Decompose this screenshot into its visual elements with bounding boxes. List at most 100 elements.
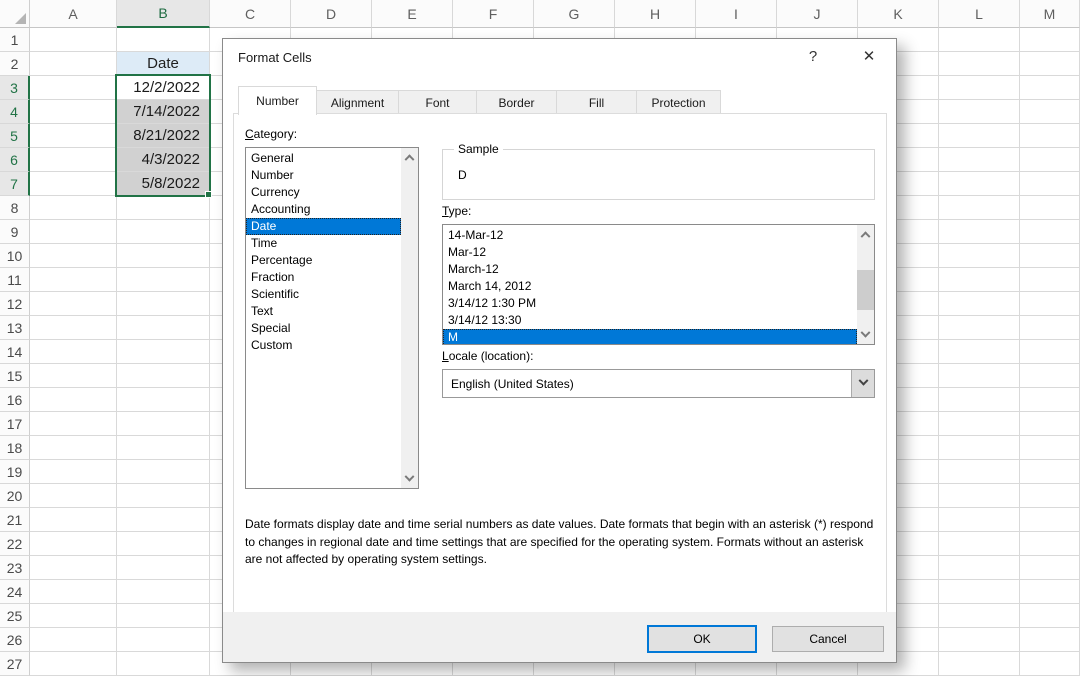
cell-M9[interactable] bbox=[1020, 220, 1080, 244]
cell-M11[interactable] bbox=[1020, 268, 1080, 292]
cell-L13[interactable] bbox=[939, 316, 1020, 340]
cell-L25[interactable] bbox=[939, 604, 1020, 628]
cell-B8[interactable] bbox=[117, 196, 210, 220]
cell-B14[interactable] bbox=[117, 340, 210, 364]
cell-M8[interactable] bbox=[1020, 196, 1080, 220]
cell-B4[interactable]: 7/14/2022 bbox=[117, 100, 210, 124]
cell-L3[interactable] bbox=[939, 76, 1020, 100]
scroll-down-icon[interactable] bbox=[857, 327, 874, 344]
column-header-B[interactable]: B bbox=[117, 0, 210, 28]
category-item[interactable]: Date bbox=[246, 218, 401, 235]
column-header-H[interactable]: H bbox=[615, 0, 696, 28]
column-header-F[interactable]: F bbox=[453, 0, 534, 28]
cell-L7[interactable] bbox=[939, 172, 1020, 196]
cell-A19[interactable] bbox=[30, 460, 117, 484]
column-header-A[interactable]: A bbox=[30, 0, 117, 28]
scroll-track[interactable] bbox=[857, 242, 874, 327]
cell-B13[interactable] bbox=[117, 316, 210, 340]
row-header-12[interactable]: 12 bbox=[0, 292, 30, 316]
category-item[interactable]: General bbox=[246, 150, 401, 167]
type-item[interactable]: 14-Mar-12 bbox=[443, 227, 857, 244]
cell-A7[interactable] bbox=[30, 172, 117, 196]
cell-B12[interactable] bbox=[117, 292, 210, 316]
cell-M1[interactable] bbox=[1020, 28, 1080, 52]
cell-L1[interactable] bbox=[939, 28, 1020, 52]
cell-L18[interactable] bbox=[939, 436, 1020, 460]
cell-M13[interactable] bbox=[1020, 316, 1080, 340]
cell-B25[interactable] bbox=[117, 604, 210, 628]
row-header-1[interactable]: 1 bbox=[0, 28, 30, 52]
cell-L12[interactable] bbox=[939, 292, 1020, 316]
tab-protection[interactable]: Protection bbox=[637, 90, 721, 115]
cell-L24[interactable] bbox=[939, 580, 1020, 604]
cell-A13[interactable] bbox=[30, 316, 117, 340]
category-scrollbar[interactable] bbox=[401, 148, 418, 488]
cell-L4[interactable] bbox=[939, 100, 1020, 124]
column-header-I[interactable]: I bbox=[696, 0, 777, 28]
type-item[interactable]: March 14, 2012 bbox=[443, 278, 857, 295]
cell-M3[interactable] bbox=[1020, 76, 1080, 100]
cell-M4[interactable] bbox=[1020, 100, 1080, 124]
cell-M27[interactable] bbox=[1020, 652, 1080, 676]
cell-B2[interactable]: Date bbox=[117, 52, 210, 76]
type-item[interactable]: Mar-12 bbox=[443, 244, 857, 261]
cell-M6[interactable] bbox=[1020, 148, 1080, 172]
cell-M20[interactable] bbox=[1020, 484, 1080, 508]
cell-M15[interactable] bbox=[1020, 364, 1080, 388]
cell-L2[interactable] bbox=[939, 52, 1020, 76]
row-header-18[interactable]: 18 bbox=[0, 436, 30, 460]
cell-B21[interactable] bbox=[117, 508, 210, 532]
tab-fill[interactable]: Fill bbox=[557, 90, 637, 115]
scroll-up-icon[interactable] bbox=[857, 225, 874, 242]
cell-A23[interactable] bbox=[30, 556, 117, 580]
tab-border[interactable]: Border bbox=[477, 90, 557, 115]
cell-A14[interactable] bbox=[30, 340, 117, 364]
scroll-up-icon[interactable] bbox=[401, 148, 418, 165]
row-header-17[interactable]: 17 bbox=[0, 412, 30, 436]
close-icon[interactable]: ✕ bbox=[858, 47, 880, 67]
category-item[interactable]: Number bbox=[246, 167, 401, 184]
fill-handle[interactable] bbox=[205, 191, 212, 198]
cell-M14[interactable] bbox=[1020, 340, 1080, 364]
cell-B20[interactable] bbox=[117, 484, 210, 508]
cell-L23[interactable] bbox=[939, 556, 1020, 580]
cell-M18[interactable] bbox=[1020, 436, 1080, 460]
cell-L6[interactable] bbox=[939, 148, 1020, 172]
type-item[interactable]: M bbox=[443, 329, 857, 344]
tab-number[interactable]: Number bbox=[238, 86, 317, 115]
cell-B7[interactable]: 5/8/2022 bbox=[117, 172, 210, 196]
scroll-thumb[interactable] bbox=[857, 270, 874, 310]
cell-B16[interactable] bbox=[117, 388, 210, 412]
cell-A6[interactable] bbox=[30, 148, 117, 172]
category-item[interactable]: Currency bbox=[246, 184, 401, 201]
cell-B26[interactable] bbox=[117, 628, 210, 652]
row-header-20[interactable]: 20 bbox=[0, 484, 30, 508]
row-header-23[interactable]: 23 bbox=[0, 556, 30, 580]
cell-A1[interactable] bbox=[30, 28, 117, 52]
cell-L22[interactable] bbox=[939, 532, 1020, 556]
cell-B11[interactable] bbox=[117, 268, 210, 292]
type-item[interactable]: 3/14/12 1:30 PM bbox=[443, 295, 857, 312]
cell-M25[interactable] bbox=[1020, 604, 1080, 628]
column-header-J[interactable]: J bbox=[777, 0, 858, 28]
tab-alignment[interactable]: Alignment bbox=[317, 90, 399, 115]
category-item[interactable]: Special bbox=[246, 320, 401, 337]
column-header-G[interactable]: G bbox=[534, 0, 615, 28]
row-header-11[interactable]: 11 bbox=[0, 268, 30, 292]
column-header-D[interactable]: D bbox=[291, 0, 372, 28]
row-header-15[interactable]: 15 bbox=[0, 364, 30, 388]
cell-M10[interactable] bbox=[1020, 244, 1080, 268]
row-header-2[interactable]: 2 bbox=[0, 52, 30, 76]
row-header-22[interactable]: 22 bbox=[0, 532, 30, 556]
row-header-4[interactable]: 4 bbox=[0, 100, 30, 124]
column-header-L[interactable]: L bbox=[939, 0, 1020, 28]
cancel-button[interactable]: Cancel bbox=[772, 626, 884, 652]
row-header-3[interactable]: 3 bbox=[0, 76, 30, 100]
cell-A3[interactable] bbox=[30, 76, 117, 100]
cell-M23[interactable] bbox=[1020, 556, 1080, 580]
select-all-corner[interactable] bbox=[0, 0, 30, 28]
column-header-E[interactable]: E bbox=[372, 0, 453, 28]
row-header-14[interactable]: 14 bbox=[0, 340, 30, 364]
dialog-titlebar[interactable]: Format Cells ? ✕ bbox=[223, 39, 896, 73]
cell-B10[interactable] bbox=[117, 244, 210, 268]
